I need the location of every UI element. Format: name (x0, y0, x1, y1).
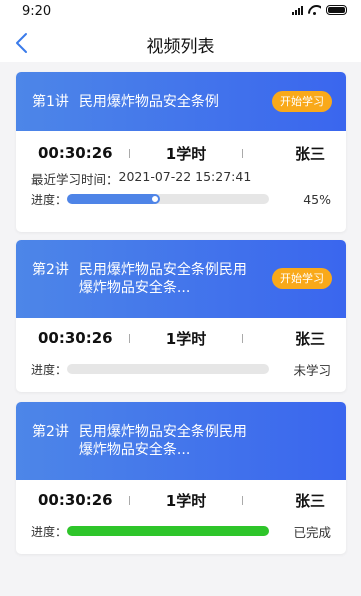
video-duration: 00:30:26 (38, 144, 113, 162)
progress-fill (67, 194, 158, 204)
progress-bar (67, 526, 269, 536)
progress-knob (149, 194, 160, 204)
progress-fill (67, 526, 269, 536)
status-time: 9:20 (22, 4, 52, 19)
signal-icon (292, 5, 303, 15)
video-title: 民用爆炸物品安全条例民用爆炸物品安全条... (78, 424, 247, 458)
page-title: 视频列表 (146, 37, 215, 57)
lesson-number: 第2讲 (32, 262, 69, 278)
progress-value: 未学习 (293, 362, 331, 378)
video-meta: 00:30:26 1学时 张三 (31, 320, 331, 356)
last-study-label: 最近学习时间： (31, 172, 119, 187)
teacher-name: 张三 (294, 329, 325, 348)
video-duration: 00:30:26 (38, 329, 113, 347)
progress-value: 45% (303, 191, 331, 207)
progress-value: 已完成 (293, 524, 331, 540)
credit-hours: 1学时 (165, 329, 207, 348)
lesson-number: 第2讲 (32, 424, 69, 440)
lesson-number: 第1讲 (32, 94, 69, 110)
video-card-body: 00:30:26 1学时 张三 最近学习时间： 2021-07-22 15:27… (16, 135, 346, 210)
wifi-icon (308, 5, 321, 15)
start-study-button[interactable]: 开始学习 (272, 91, 332, 112)
teacher-name: 张三 (294, 144, 325, 163)
video-card-body: 00:30:26 1学时 张三 进度： 已完成 (16, 482, 346, 542)
progress-label: 进度： (31, 524, 68, 539)
progress-row: 进度： 已完成 (31, 520, 331, 542)
video-meta: 00:30:26 1学时 张三 (31, 135, 331, 171)
video-card-header: 第2讲 民用爆炸物品安全条例民用爆炸物品安全条... (16, 402, 346, 480)
last-study-value: 2021-07-22 15:27:41 (118, 169, 252, 184)
video-card[interactable]: 第2讲 民用爆炸物品安全条例民用爆炸物品安全条... 开始学习 00:30:26… (16, 240, 346, 392)
nav-bar: 视频列表 (0, 24, 361, 62)
status-bar: 9:20 (0, 0, 361, 24)
video-card-header: 第1讲 民用爆炸物品安全条例 开始学习 (16, 72, 346, 131)
video-card[interactable]: 第2讲 民用爆炸物品安全条例民用爆炸物品安全条... 00:30:26 1学时 … (16, 402, 346, 554)
progress-bar (67, 194, 269, 204)
last-study-time: 最近学习时间： 2021-07-22 15:27:41 (31, 169, 331, 188)
progress-row: 进度： 45% (31, 188, 331, 210)
video-title: 民用爆炸物品安全条例民用爆炸物品安全条... (78, 262, 247, 296)
status-icons (292, 5, 347, 15)
video-card[interactable]: 第1讲 民用爆炸物品安全条例 开始学习 00:30:26 1学时 张三 最近学习… (16, 72, 346, 232)
teacher-name: 张三 (294, 491, 325, 510)
credit-hours: 1学时 (165, 144, 207, 163)
video-list: 第1讲 民用爆炸物品安全条例 开始学习 00:30:26 1学时 张三 最近学习… (16, 72, 346, 554)
video-card-body: 00:30:26 1学时 张三 进度： 未学习 (16, 320, 346, 380)
video-title-row: 第2讲 民用爆炸物品安全条例民用爆炸物品安全条... (32, 402, 330, 459)
progress-label: 进度： (31, 192, 68, 207)
credit-hours: 1学时 (165, 491, 207, 510)
video-card-header: 第2讲 民用爆炸物品安全条例民用爆炸物品安全条... 开始学习 (16, 240, 346, 318)
video-duration: 00:30:26 (38, 491, 113, 509)
battery-icon (326, 5, 347, 15)
progress-label: 进度： (31, 362, 68, 377)
video-meta: 00:30:26 1学时 张三 (31, 482, 331, 518)
progress-bar (67, 364, 269, 374)
start-study-button[interactable]: 开始学习 (272, 268, 332, 289)
progress-row: 进度： 未学习 (31, 358, 331, 380)
